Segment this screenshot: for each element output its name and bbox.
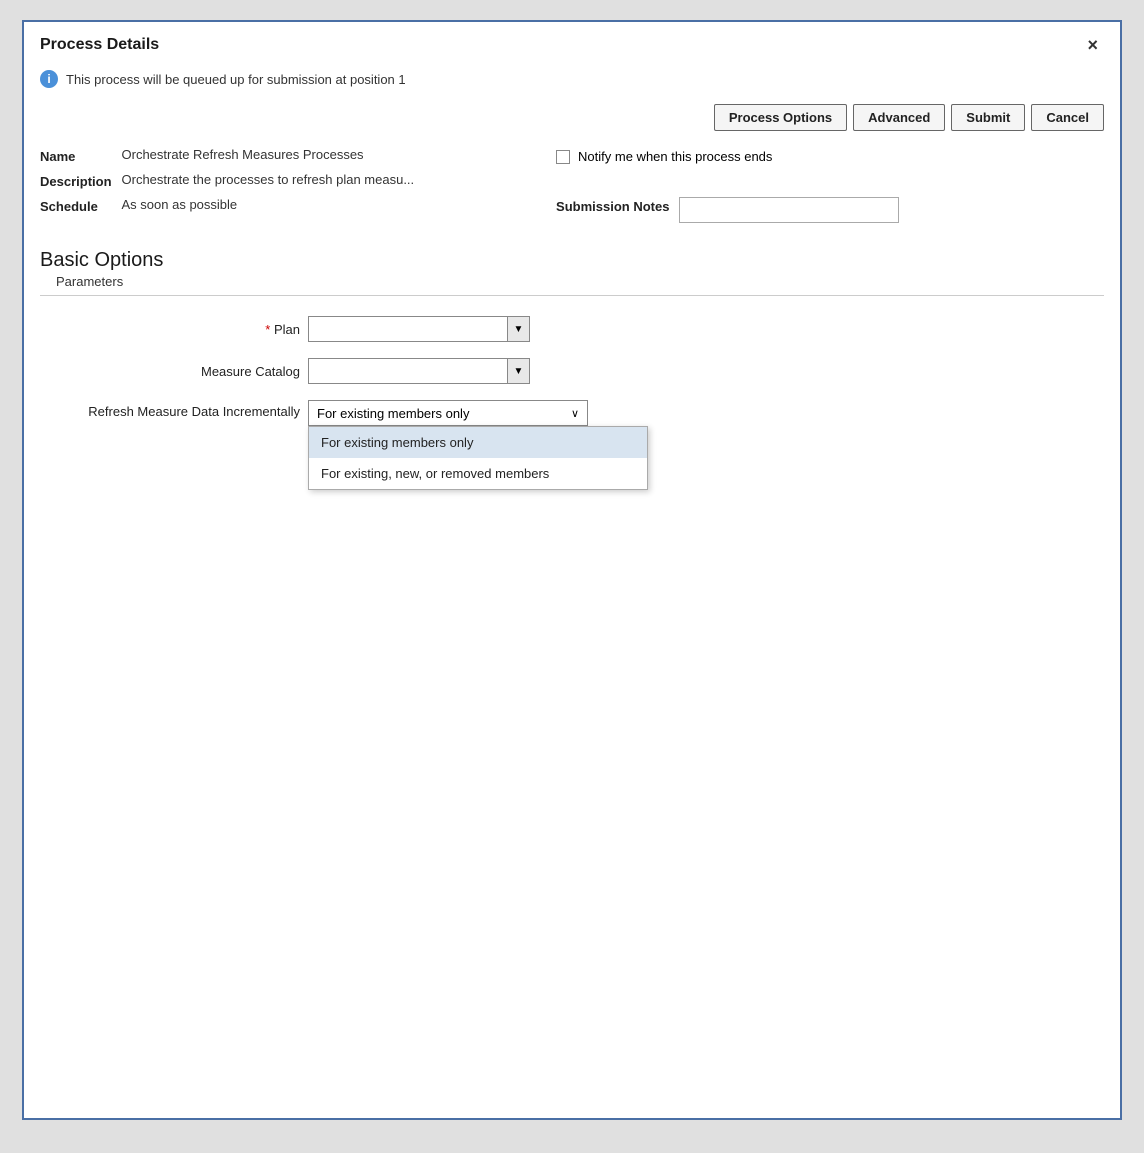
process-options-button[interactable]: Process Options — [714, 104, 847, 131]
dialog-title: Process Details — [40, 36, 159, 54]
plan-row: * Plan ▼ — [40, 316, 1104, 342]
refresh-dropdown-container: For existing members only ∨ For existing… — [308, 400, 588, 426]
notify-row: Notify me when this process ends — [556, 149, 1104, 164]
measure-catalog-dropdown-button[interactable]: ▼ — [508, 358, 530, 384]
notify-label: Notify me when this process ends — [578, 149, 772, 164]
name-label: Name — [40, 147, 112, 164]
toolbar: Process Options Advanced Submit Cancel — [24, 98, 1120, 143]
process-details-dialog: Process Details × i This process will be… — [22, 20, 1122, 1120]
measure-catalog-label: Measure Catalog — [40, 364, 300, 379]
refresh-selected-value: For existing members only — [317, 406, 469, 421]
refresh-dropdown-list: For existing members only For existing, … — [308, 426, 648, 490]
close-button[interactable]: × — [1081, 34, 1104, 56]
info-icon: i — [40, 70, 58, 88]
cancel-button[interactable]: Cancel — [1031, 104, 1104, 131]
advanced-button[interactable]: Advanced — [853, 104, 945, 131]
dialog-header: Process Details × — [24, 22, 1120, 64]
submission-notes-label: Submission Notes — [556, 197, 669, 214]
refresh-row: Refresh Measure Data Incrementally For e… — [40, 400, 1104, 426]
parameters-subtitle: Parameters — [40, 274, 1104, 296]
plan-required-star: * — [265, 322, 274, 337]
refresh-control: For existing members only ∨ For existing… — [308, 400, 588, 426]
plan-dropdown-button[interactable]: ▼ — [508, 316, 530, 342]
notify-checkbox[interactable] — [556, 150, 570, 164]
measure-catalog-row: Measure Catalog ▼ — [40, 358, 1104, 384]
submit-button[interactable]: Submit — [951, 104, 1025, 131]
schedule-value: As soon as possible — [122, 197, 547, 212]
refresh-chevron-icon: ∨ — [571, 407, 579, 420]
basic-options-title: Basic Options — [24, 239, 1120, 274]
description-label: Description — [40, 172, 112, 189]
plan-label-text: Plan — [274, 322, 300, 337]
plan-label: * Plan — [40, 322, 300, 337]
schedule-label: Schedule — [40, 197, 112, 214]
submission-notes-input[interactable] — [679, 197, 899, 223]
info-bar: i This process will be queued up for sub… — [24, 64, 1120, 98]
description-value: Orchestrate the processes to refresh pla… — [122, 172, 547, 187]
refresh-option-all-members[interactable]: For existing, new, or removed members — [309, 458, 647, 489]
info-message: This process will be queued up for submi… — [66, 72, 406, 87]
plan-control: ▼ — [308, 316, 530, 342]
measure-catalog-control: ▼ — [308, 358, 530, 384]
details-grid: Name Orchestrate Refresh Measures Proces… — [24, 143, 1120, 239]
refresh-option-existing-only[interactable]: For existing members only — [309, 427, 647, 458]
measure-catalog-input[interactable] — [308, 358, 508, 384]
params-area: * Plan ▼ Measure Catalog ▼ Refresh Measu… — [24, 296, 1120, 458]
refresh-dropdown-display[interactable]: For existing members only ∨ — [308, 400, 588, 426]
name-value: Orchestrate Refresh Measures Processes — [122, 147, 547, 162]
plan-input[interactable] — [308, 316, 508, 342]
refresh-label: Refresh Measure Data Incrementally — [40, 400, 300, 419]
